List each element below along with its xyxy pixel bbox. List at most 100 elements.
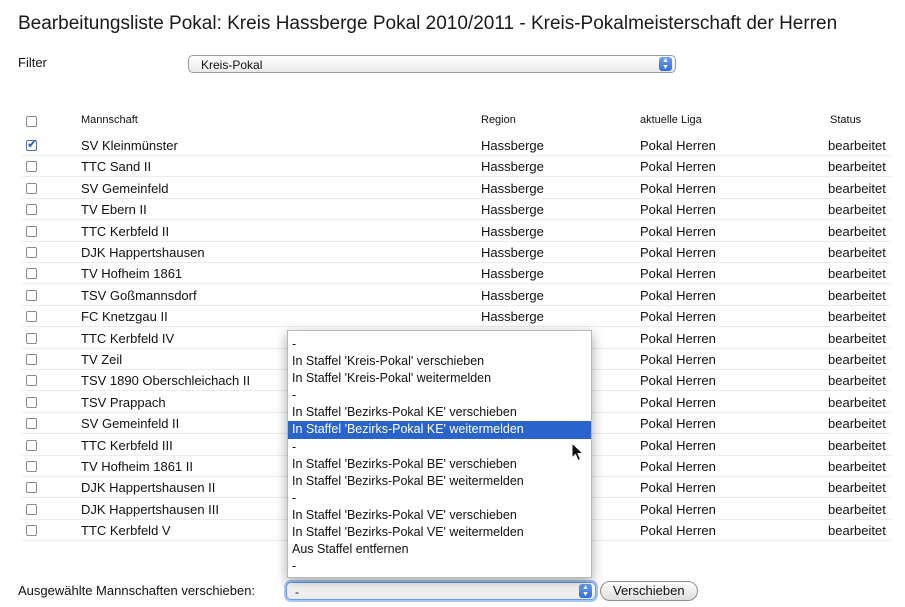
team-region: Hassberge: [481, 202, 544, 218]
dropdown-option[interactable]: In Staffel 'Bezirks-Pokal BE' weitermeld…: [288, 473, 591, 490]
row-checkbox[interactable]: [26, 332, 37, 344]
row-checkbox[interactable]: [26, 439, 37, 451]
team-liga: Pokal Herren: [640, 138, 716, 153]
dropdown-option[interactable]: -: [288, 387, 591, 404]
team-status: bearbeitet: [828, 459, 886, 474]
team-liga: Pokal Herren: [640, 480, 716, 496]
filter-select[interactable]: Kreis-Pokal ▲ ▼: [188, 55, 676, 73]
header-status[interactable]: Status: [830, 114, 861, 126]
row-checkbox[interactable]: [26, 461, 37, 472]
filter-select-value: Kreis-Pokal: [201, 58, 263, 72]
header-liga[interactable]: aktuelle Liga: [640, 114, 702, 126]
dropdown-option[interactable]: -: [288, 439, 591, 456]
team-liga: Pokal Herren: [640, 202, 716, 218]
dropdown-option[interactable]: In Staffel 'Bezirks-Pokal KE' weitermeld…: [288, 421, 591, 439]
team-name: TTC Kerbfeld V: [81, 523, 171, 539]
team-name: TSV 1890 Oberschleichach II: [81, 373, 251, 389]
team-liga: Pokal Herren: [640, 459, 716, 474]
team-name: TTC Kerbfeld II: [81, 223, 170, 239]
table-row: FC Knetzgau II Hassberge Pokal Herren bearb…: [0, 305, 905, 328]
dropdown-option[interactable]: In Staffel 'Bezirks-Pokal VE' weitermeld…: [288, 524, 591, 541]
move-action-select-value: -: [295, 585, 299, 599]
team-liga: Pokal Herren: [640, 159, 716, 175]
dropdown-option[interactable]: Aus Staffel entfernen: [288, 541, 591, 558]
team-name: TV Ebern II: [81, 202, 147, 218]
move-button[interactable]: Verschieben: [600, 581, 698, 601]
move-action-select[interactable]: - ▲ ▼: [286, 582, 596, 600]
team-liga: Pokal Herren: [640, 416, 716, 432]
row-checkbox[interactable]: [26, 525, 37, 537]
move-label: Ausgewählte Mannschaften verschieben:: [18, 583, 256, 598]
filter-label: Filter: [18, 55, 47, 70]
team-liga: Pokal Herren: [640, 180, 716, 196]
row-checkbox[interactable]: [26, 225, 37, 237]
team-region: Hassberge: [481, 159, 544, 175]
row-checkbox[interactable]: [26, 137, 37, 151]
table-row: TTC Sand II Hassberge Pokal Herren bearbeit…: [0, 155, 905, 178]
team-status: bearbeitet: [828, 245, 886, 260]
team-name: TSV Goßmannsdorf: [81, 287, 197, 303]
row-checkbox[interactable]: [26, 418, 37, 430]
team-status: bearbeitet: [828, 437, 886, 453]
team-liga: Pokal Herren: [640, 501, 716, 517]
move-action-dropdown[interactable]: - In Staffel 'Kreis-Pokal' verschieben In …: [287, 330, 592, 578]
team-liga: Pokal Herren: [640, 437, 716, 453]
row-checkbox[interactable]: [26, 354, 37, 365]
dropdown-option[interactable]: -: [288, 558, 591, 575]
team-name: DJK Happertshausen: [81, 245, 205, 260]
updown-arrow-icon: ▲ ▼: [579, 584, 592, 598]
header-mannschaft[interactable]: Mannschaft: [81, 114, 138, 126]
row-checkbox[interactable]: [26, 482, 37, 494]
team-status: bearbeitet: [828, 416, 886, 432]
team-name: FC Knetzgau II: [81, 309, 168, 325]
table-row: TSV Goßmannsdorf Hassberge Pokal Herren bea…: [0, 284, 905, 306]
team-status: bearbeitet: [828, 309, 886, 325]
dropdown-option[interactable]: In Staffel 'Bezirks-Pokal KE' verschiebe…: [288, 404, 591, 421]
dropdown-option[interactable]: -: [288, 490, 591, 507]
team-region: Hassberge: [481, 223, 544, 239]
team-name: SV Gemeinfeld: [81, 180, 169, 196]
row-checkbox[interactable]: [26, 289, 37, 301]
row-checkbox[interactable]: [26, 503, 37, 515]
team-liga: Pokal Herren: [640, 266, 716, 282]
team-status: bearbeitet: [828, 180, 886, 196]
team-region: Hassberge: [481, 287, 544, 303]
row-checkbox[interactable]: [26, 204, 37, 216]
team-status: bearbeitet: [828, 159, 886, 175]
header-region[interactable]: Region: [481, 114, 516, 126]
team-name: TSV Prappach: [81, 394, 166, 410]
row-checkbox[interactable]: [26, 268, 37, 280]
team-region: Hassberge: [481, 245, 544, 260]
team-status: bearbeitet: [828, 352, 886, 367]
row-checkbox[interactable]: [26, 161, 37, 173]
arrow-cursor-icon: [571, 442, 585, 462]
team-status: bearbeitet: [828, 394, 886, 410]
team-liga: Pokal Herren: [640, 245, 716, 260]
team-name: TV Hofheim 1861 II: [81, 459, 193, 474]
row-checkbox[interactable]: [26, 247, 37, 258]
team-liga: Pokal Herren: [640, 330, 716, 346]
select-all-checkbox[interactable]: [26, 116, 37, 127]
team-name: SV Kleinmünster: [81, 138, 178, 153]
team-status: bearbeitet: [828, 330, 886, 346]
dropdown-option[interactable]: -: [288, 336, 591, 353]
row-checkbox[interactable]: [26, 375, 37, 387]
team-status: bearbeitet: [828, 202, 886, 218]
team-name: DJK Happertshausen II: [81, 480, 216, 496]
table-row: TV Hofheim 1861 Hassberge Pokal Herren bear…: [0, 262, 905, 285]
dropdown-option[interactable]: In Staffel 'Bezirks-Pokal VE' verschiebe…: [288, 507, 591, 524]
team-status: bearbeitet: [828, 287, 886, 303]
row-checkbox[interactable]: [26, 182, 37, 194]
team-region: Hassberge: [481, 180, 544, 196]
page-title: Bearbeitungsliste Pokal: Kreis Hassberge…: [18, 13, 838, 34]
team-status: bearbeitet: [828, 266, 886, 282]
table-row: DJK Happertshausen Hassberge Pokal Herren b…: [0, 241, 905, 263]
team-name: TV Zeil: [81, 352, 123, 367]
dropdown-option[interactable]: In Staffel 'Bezirks-Pokal BE' verschiebe…: [288, 456, 591, 473]
row-checkbox[interactable]: [26, 311, 37, 323]
team-name: SV Gemeinfeld II: [81, 416, 180, 432]
dropdown-option[interactable]: In Staffel 'Kreis-Pokal' weitermelden: [288, 370, 591, 387]
row-checkbox[interactable]: [26, 396, 37, 408]
team-status: bearbeitet: [828, 223, 886, 239]
dropdown-option[interactable]: In Staffel 'Kreis-Pokal' verschieben: [288, 353, 591, 370]
